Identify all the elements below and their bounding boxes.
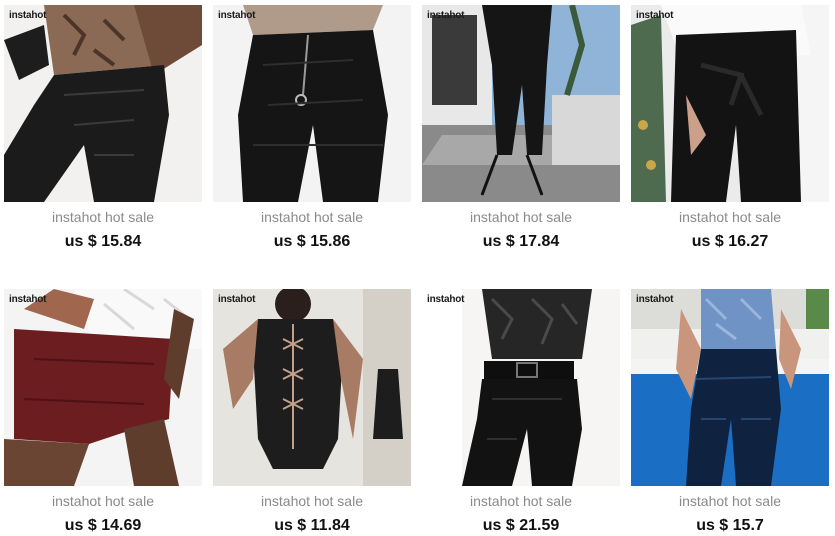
product-price: us $ 15.84 <box>64 233 142 250</box>
brand-logo: instahot <box>636 10 674 21</box>
product-title[interactable]: instahot hot sale <box>422 209 620 225</box>
product-price: us $ 16.27 <box>691 233 769 250</box>
product-card[interactable]: instahot instahot hot sale us $ 15.86 <box>213 5 411 255</box>
product-title[interactable]: instahot hot sale <box>422 493 620 509</box>
product-price: us $ 15.86 <box>273 233 351 250</box>
product-title[interactable]: instahot hot sale <box>631 493 829 509</box>
product-price: us $ 17.84 <box>482 233 560 250</box>
product-title[interactable]: instahot hot sale <box>631 209 829 225</box>
brand-logo: instahot <box>218 10 256 21</box>
product-card[interactable]: instahot instahot hot sale us $ 21.59 <box>422 289 620 536</box>
brand-logo: instahot <box>427 294 465 305</box>
brand-logo: instahot <box>427 10 465 21</box>
product-image[interactable]: instahot <box>631 289 829 486</box>
product-image[interactable]: instahot <box>213 289 411 486</box>
product-card[interactable]: instahot instahot hot sale us $ 15.7 <box>631 289 829 536</box>
product-card[interactable]: instahot instahot hot sale us $ 17.84 <box>422 5 620 255</box>
product-image[interactable]: instahot <box>422 289 620 486</box>
product-grid: instahot instahot hot sale us $ 15.84 in… <box>0 0 835 536</box>
product-title[interactable]: instahot hot sale <box>213 209 411 225</box>
product-title[interactable]: instahot hot sale <box>4 493 202 509</box>
product-card[interactable]: instahot instahot hot sale us $ 15.84 <box>4 5 202 255</box>
product-price: us $ 14.69 <box>64 517 142 534</box>
product-image[interactable]: instahot <box>213 5 411 202</box>
product-image[interactable]: instahot <box>631 5 829 202</box>
product-title[interactable]: instahot hot sale <box>4 209 202 225</box>
product-price: us $ 21.59 <box>482 517 560 534</box>
product-price: us $ 15.7 <box>696 517 764 534</box>
brand-logo: instahot <box>9 294 47 305</box>
product-image[interactable]: instahot <box>4 289 202 486</box>
product-card[interactable]: instahot instahot hot sale us $ 11.84 <box>213 289 411 536</box>
brand-logo: instahot <box>636 294 674 305</box>
product-price: us $ 11.84 <box>274 517 350 534</box>
product-card[interactable]: instahot instahot hot sale us $ 14.69 <box>4 289 202 536</box>
brand-logo: instahot <box>9 10 47 21</box>
product-image[interactable]: instahot <box>4 5 202 202</box>
brand-logo: instahot <box>218 294 256 305</box>
product-card[interactable]: instahot instahot hot sale us $ 16.27 <box>631 5 829 255</box>
product-title[interactable]: instahot hot sale <box>213 493 411 509</box>
product-image[interactable]: instahot <box>422 5 620 202</box>
